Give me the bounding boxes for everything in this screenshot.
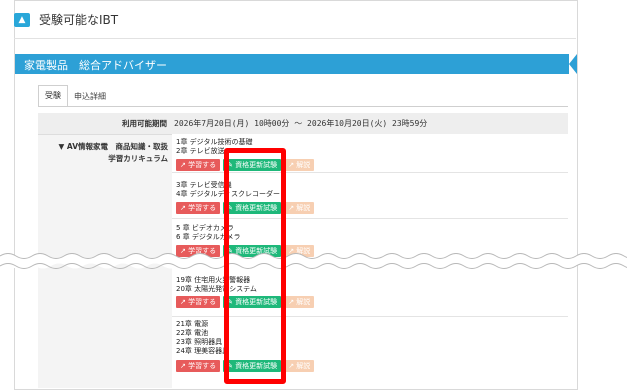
chapter-group-5: 21章 電源 22章 電池 23章 照明器具 24章 理美容器具 <box>176 320 229 356</box>
header-divider <box>14 38 576 39</box>
chapter-item: 23章 照明器具 <box>176 338 223 346</box>
commentary-button[interactable]: ↗ 解説 <box>284 296 315 308</box>
banner-notch <box>569 54 577 74</box>
tab-bar: 受験 申込詳細 <box>38 85 112 107</box>
commentary-label: 解説 <box>296 298 311 306</box>
study-label: 学習する <box>188 204 217 212</box>
commentary-button[interactable]: ↗ 解説 <box>284 159 315 171</box>
curriculum-label: ▼ AV情報家電 商品知識・取扱 学習カリキュラム <box>44 141 168 165</box>
commentary-label: 解説 <box>296 161 311 169</box>
exam-column-highlight <box>224 148 286 384</box>
page-break-divider <box>0 253 627 269</box>
bell-icon: ▲ <box>14 12 30 27</box>
commentary-label: 解説 <box>296 362 311 370</box>
panel-title: 受験可能なIBT <box>39 13 119 27</box>
tab-underline <box>38 106 568 107</box>
study-button[interactable]: ↗ 学習する <box>176 296 221 308</box>
course-title: 家電製品 総合アドバイザー <box>24 59 167 72</box>
chapter-item: 21章 電源 <box>176 320 209 328</box>
curriculum-line-2: 学習カリキュラム <box>108 154 168 163</box>
course-banner: 家電製品 総合アドバイザー <box>15 54 577 74</box>
study-button[interactable]: ↗ 学習する <box>176 202 221 214</box>
curriculum-line-1[interactable]: ▼ AV情報家電 商品知識・取扱 <box>44 141 168 153</box>
study-label: 学習する <box>188 362 217 370</box>
study-label: 学習する <box>188 298 217 306</box>
study-button[interactable]: ↗ 学習する <box>176 360 221 372</box>
chapter-item: 1章 デジタル技術の基礎 <box>176 138 253 146</box>
tab-application-details[interactable]: 申込詳細 <box>68 87 112 107</box>
study-label: 学習する <box>188 161 217 169</box>
period-value: 2026年7月20日(月) 10時00分 ～ 2026年10月20日(火) 23… <box>174 119 428 128</box>
panel-header: ▲ 受験可能なIBT <box>14 11 118 28</box>
chapter-item: 24章 理美容器具 <box>176 347 230 355</box>
tab-exam[interactable]: 受験 <box>38 85 68 107</box>
commentary-button[interactable]: ↗ 解説 <box>284 202 315 214</box>
period-label: 利用可能期間 <box>122 119 167 128</box>
chapter-item: 22章 電池 <box>176 329 209 337</box>
commentary-label: 解説 <box>296 204 311 212</box>
commentary-button[interactable]: ↗ 解説 <box>284 360 315 372</box>
study-button[interactable]: ↗ 学習する <box>176 159 221 171</box>
